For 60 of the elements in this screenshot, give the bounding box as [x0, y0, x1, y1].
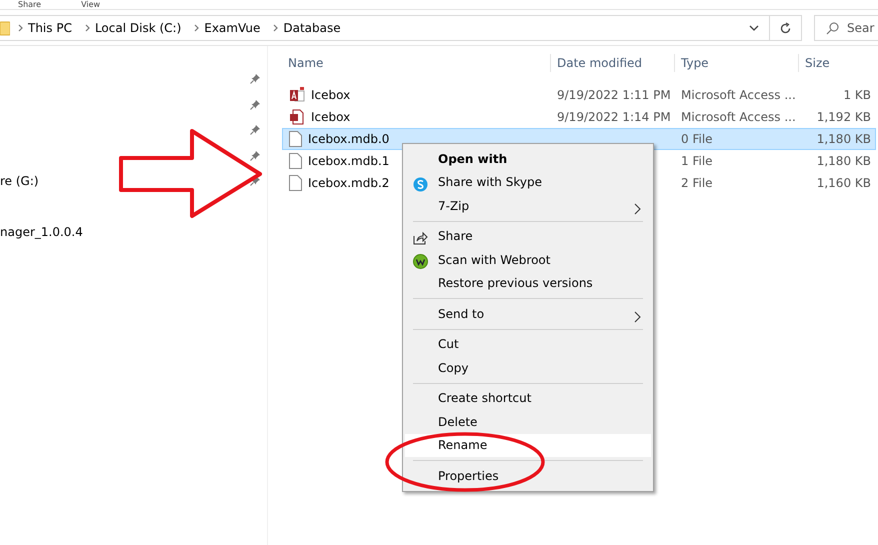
menu-item[interactable]: Create shortcut: [405, 386, 651, 410]
ribbon-tab[interactable]: Share: [18, 0, 42, 9]
file-icon: [289, 175, 302, 191]
menu-item[interactable]: Send to: [405, 302, 651, 326]
share-icon: [413, 231, 428, 246]
menu-item[interactable]: Cut: [405, 332, 651, 356]
breadcrumb[interactable]: Database: [278, 19, 346, 37]
breadcrumb[interactable]: ExamVue: [199, 19, 266, 37]
size-cell-text: 1 KB: [842, 87, 872, 104]
type-cell-text: 2 File: [680, 175, 714, 192]
type-cell-text: Microsoft Access ...: [680, 87, 797, 104]
file-icon: [289, 131, 302, 147]
chevron-icon: [273, 24, 278, 32]
file-icon: [289, 153, 302, 169]
menu-item[interactable]: Copy: [405, 356, 651, 380]
ribbon-tab[interactable]: View: [81, 0, 100, 9]
menu-item[interactable]: Share: [405, 224, 651, 248]
menu-item[interactable]: 7-Zip: [405, 194, 651, 218]
menu-item[interactable]: Scan with Webroot: [405, 248, 651, 272]
refresh-icon: [779, 22, 792, 34]
column-header[interactable]: Size: [798, 54, 876, 72]
menu-item[interactable]: Rename: [405, 434, 651, 457]
breadcrumb[interactable]: This PC: [23, 19, 77, 37]
file-name: Icebox.mdb.0: [308, 131, 390, 148]
column-header[interactable]: Date modified: [550, 54, 674, 72]
search-field[interactable]: Sear: [814, 15, 878, 41]
size-cell-text: 1,180 KB: [816, 131, 872, 148]
date-cell-text: 9/19/2022 1:14 PM: [556, 109, 672, 126]
menu-item[interactable]: Delete: [405, 410, 651, 434]
size-cell-text: 1,180 KB: [816, 153, 872, 170]
sidebar-item[interactable]: re (G:): [0, 172, 39, 190]
menu-item[interactable]: Properties: [405, 464, 651, 488]
date-cell-text: 9/19/2022 1:11 PM: [556, 87, 672, 104]
size-cell-text: 1,160 KB: [816, 175, 872, 192]
menu-item[interactable]: Share with Skype: [405, 170, 651, 194]
sidebar-item[interactable]: nager_1.0.0.4: [0, 222, 83, 241]
search-icon: [826, 22, 839, 35]
dropdown-icon[interactable]: [749, 25, 759, 31]
size-cell-text: 1,192 KB: [816, 109, 872, 126]
report-file-icon: [289, 109, 305, 125]
column-header[interactable]: Type: [674, 54, 798, 72]
folder-icon: [0, 20, 10, 36]
chevron-icon: [84, 24, 90, 32]
type-cell-text: 1 File: [680, 153, 714, 170]
webroot-icon: [413, 254, 428, 270]
skype-icon: [413, 176, 428, 192]
chevron-icon: [18, 24, 23, 32]
address-bar[interactable]: This PC Local Disk (C:) ExamVue Database: [0, 15, 802, 41]
column-header[interactable]: Name: [282, 54, 550, 72]
file-name: Icebox: [311, 87, 350, 104]
file-name: Icebox: [311, 109, 350, 126]
file-name: Icebox.mdb.1: [308, 153, 390, 170]
file-name: Icebox.mdb.2: [308, 175, 390, 192]
menu-item[interactable]: Restore previous versions: [405, 272, 651, 295]
type-cell-text: Microsoft Access ...: [680, 109, 797, 126]
chevron-icon: [194, 24, 200, 32]
menu-item[interactable]: Open with: [405, 147, 651, 170]
breadcrumb[interactable]: Local Disk (C:): [90, 19, 186, 37]
database-file-icon: [289, 87, 305, 103]
type-cell-text: 0 File: [680, 131, 714, 148]
